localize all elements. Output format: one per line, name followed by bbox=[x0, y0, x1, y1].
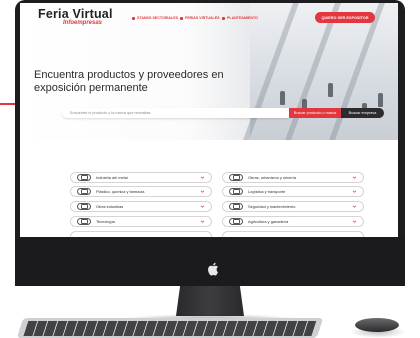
nav-stands[interactable]: STANDS SECTORIALES bbox=[132, 16, 178, 20]
search-company-button[interactable]: Buscar empresa bbox=[341, 108, 384, 118]
category-item[interactable]: Obras, urbanismo y minería bbox=[222, 172, 364, 183]
category-list: Industria del metal Obras, urbanismo y m… bbox=[20, 140, 398, 237]
chevron-down-icon bbox=[352, 176, 357, 179]
site-logo-title[interactable]: Feria Virtual bbox=[38, 7, 113, 21]
keyboard bbox=[16, 318, 324, 338]
hero-section: Feria Virtual Infoempresas STANDS SECTOR… bbox=[20, 3, 398, 140]
chevron-down-icon bbox=[200, 190, 205, 193]
chevron-down-icon bbox=[352, 190, 357, 193]
nav-ferias[interactable]: FERIAS VIRTUALES bbox=[180, 16, 220, 20]
monitor-stand bbox=[176, 286, 244, 316]
hero-headline: Encuentra productos y proveedores en exp… bbox=[34, 69, 224, 94]
chip-icon bbox=[77, 217, 91, 225]
gear-icon bbox=[77, 173, 91, 181]
helmet-icon bbox=[229, 202, 243, 210]
stand-icon bbox=[132, 16, 135, 20]
category-label: Otras industrias bbox=[96, 203, 124, 209]
category-label: Seguridad y mantenimiento bbox=[248, 203, 296, 209]
plan-icon bbox=[222, 16, 225, 20]
category-item[interactable]: Otras industrias bbox=[70, 201, 212, 212]
category-item[interactable]: Logística y transporte bbox=[222, 186, 364, 197]
category-item[interactable]: Industria del metal bbox=[70, 172, 212, 183]
nav-ferias-label: FERIAS VIRTUALES bbox=[185, 16, 220, 20]
monitor-screen: Feria Virtual Infoempresas STANDS SECTOR… bbox=[20, 3, 398, 237]
category-label: Plástico, química y farmacia bbox=[96, 188, 145, 194]
fair-icon bbox=[180, 16, 183, 20]
category-label: Tecnología bbox=[96, 218, 115, 224]
tractor-icon bbox=[229, 217, 243, 225]
category-item[interactable]: Tecnología bbox=[70, 216, 212, 227]
chevron-down-icon bbox=[200, 205, 205, 208]
scene: Feria Virtual Infoempresas STANDS SECTOR… bbox=[0, 0, 420, 338]
chevron-down-icon bbox=[200, 176, 205, 179]
nav-planteamiento-label: PLANTEAMIENTO bbox=[227, 16, 258, 20]
search-product-button[interactable]: Buscar producto o marca bbox=[289, 108, 341, 118]
factory-icon bbox=[77, 202, 91, 210]
category-item[interactable]: Seguridad y mantenimiento bbox=[222, 201, 364, 212]
category-label: Industria del metal bbox=[96, 174, 128, 180]
category-item-partial[interactable] bbox=[70, 231, 212, 237]
flask-icon bbox=[77, 187, 91, 195]
become-exhibitor-button[interactable]: QUIERO SER EXPOSITOR bbox=[315, 12, 375, 23]
chevron-down-icon bbox=[352, 205, 357, 208]
apple-logo-icon bbox=[208, 262, 218, 276]
category-item-partial[interactable] bbox=[222, 231, 364, 237]
category-item[interactable]: Plástico, química y farmacia bbox=[70, 186, 212, 197]
category-label: Logística y transporte bbox=[248, 188, 286, 194]
nav-stands-label: STANDS SECTORIALES bbox=[137, 16, 178, 20]
site-logo-subtitle: Infoempresas bbox=[63, 20, 103, 26]
truck-icon bbox=[229, 187, 243, 195]
category-label: Obras, urbanismo y minería bbox=[248, 174, 297, 180]
excavator-icon bbox=[229, 173, 243, 181]
mouse bbox=[355, 318, 399, 332]
category-item[interactable]: Agricultura y ganadería bbox=[222, 216, 364, 227]
search-input[interactable] bbox=[62, 108, 289, 118]
chevron-down-icon bbox=[352, 220, 357, 223]
category-label: Agricultura y ganadería bbox=[248, 218, 289, 224]
nav-planteamiento[interactable]: PLANTEAMIENTO bbox=[222, 16, 258, 20]
chevron-down-icon bbox=[200, 220, 205, 223]
